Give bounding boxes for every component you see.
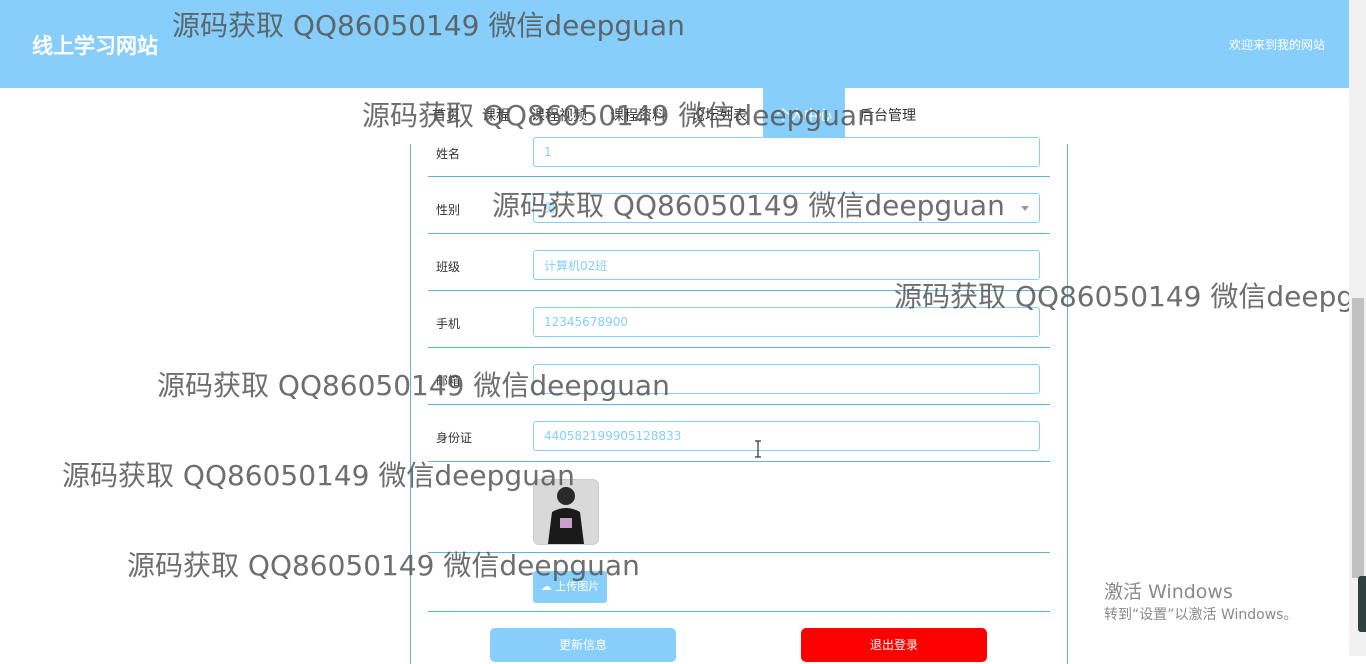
name-label: 姓名 (436, 147, 461, 161)
idcard-input[interactable] (533, 421, 1040, 451)
row-avatar (428, 462, 1050, 553)
row-email: 邮箱 (428, 348, 1050, 405)
text-cursor-icon (755, 440, 761, 458)
class-input[interactable] (533, 250, 1040, 280)
vertical-scrollbar[interactable] (1349, 0, 1366, 656)
side-widget (1358, 576, 1366, 632)
nav-item-course-materials[interactable]: 课程资料 (604, 88, 672, 144)
welcome-text: 欢迎来到我的网站 (1228, 38, 1325, 52)
gender-label: 性别 (436, 203, 461, 217)
nav-item-profile[interactable]: 个人中心 (763, 88, 845, 144)
nav-item-course-videos[interactable]: 课程视频 (526, 88, 592, 144)
update-info-button[interactable]: 更新信息 (490, 628, 676, 662)
profile-panel: 姓名 性别 男 班级 手机 邮箱 身份证 (410, 137, 1068, 664)
phone-label: 手机 (436, 317, 461, 331)
site-title[interactable]: 线上学习网站 (32, 30, 158, 60)
main-nav: 首页 课程 课程视频 课程资料 论坛列表 个人中心 后台管理 (0, 88, 1349, 144)
logout-button[interactable]: 退出登录 (801, 628, 987, 662)
phone-input[interactable] (533, 307, 1040, 337)
email-label: 邮箱 (436, 374, 461, 388)
avatar-photo-icon (534, 480, 598, 544)
nav-item-admin[interactable]: 后台管理 (854, 88, 922, 144)
upload-image-button[interactable]: ☁ 上传图片 (533, 571, 607, 603)
top-header: 线上学习网站 欢迎来到我的网站 (0, 0, 1349, 88)
class-label: 班级 (436, 260, 461, 274)
nav-item-courses[interactable]: 课程 (478, 88, 514, 144)
nav-item-forum[interactable]: 论坛列表 (684, 88, 754, 144)
idcard-label: 身份证 (436, 431, 473, 445)
email-input[interactable] (533, 364, 1040, 394)
row-class: 班级 (428, 234, 1050, 291)
row-upload: ☁ 上传图片 (428, 553, 1050, 612)
nav-item-home[interactable]: 首页 (426, 88, 466, 144)
cloud-upload-icon: ☁ (540, 580, 556, 593)
scrollbar-thumb[interactable] (1352, 298, 1364, 578)
name-input[interactable] (533, 137, 1040, 167)
upload-button-label: 上传图片 (555, 580, 600, 593)
row-phone: 手机 (428, 291, 1050, 348)
row-name: 姓名 (428, 137, 1050, 177)
windows-activate-title: 激活 Windows (1104, 581, 1233, 603)
row-idcard: 身份证 (428, 405, 1050, 462)
gender-select[interactable]: 男 (533, 193, 1040, 223)
row-gender: 性别 男 (428, 177, 1050, 234)
windows-activate-subtitle: 转到“设置”以激活 Windows。 (1104, 607, 1298, 623)
avatar[interactable] (533, 479, 599, 545)
